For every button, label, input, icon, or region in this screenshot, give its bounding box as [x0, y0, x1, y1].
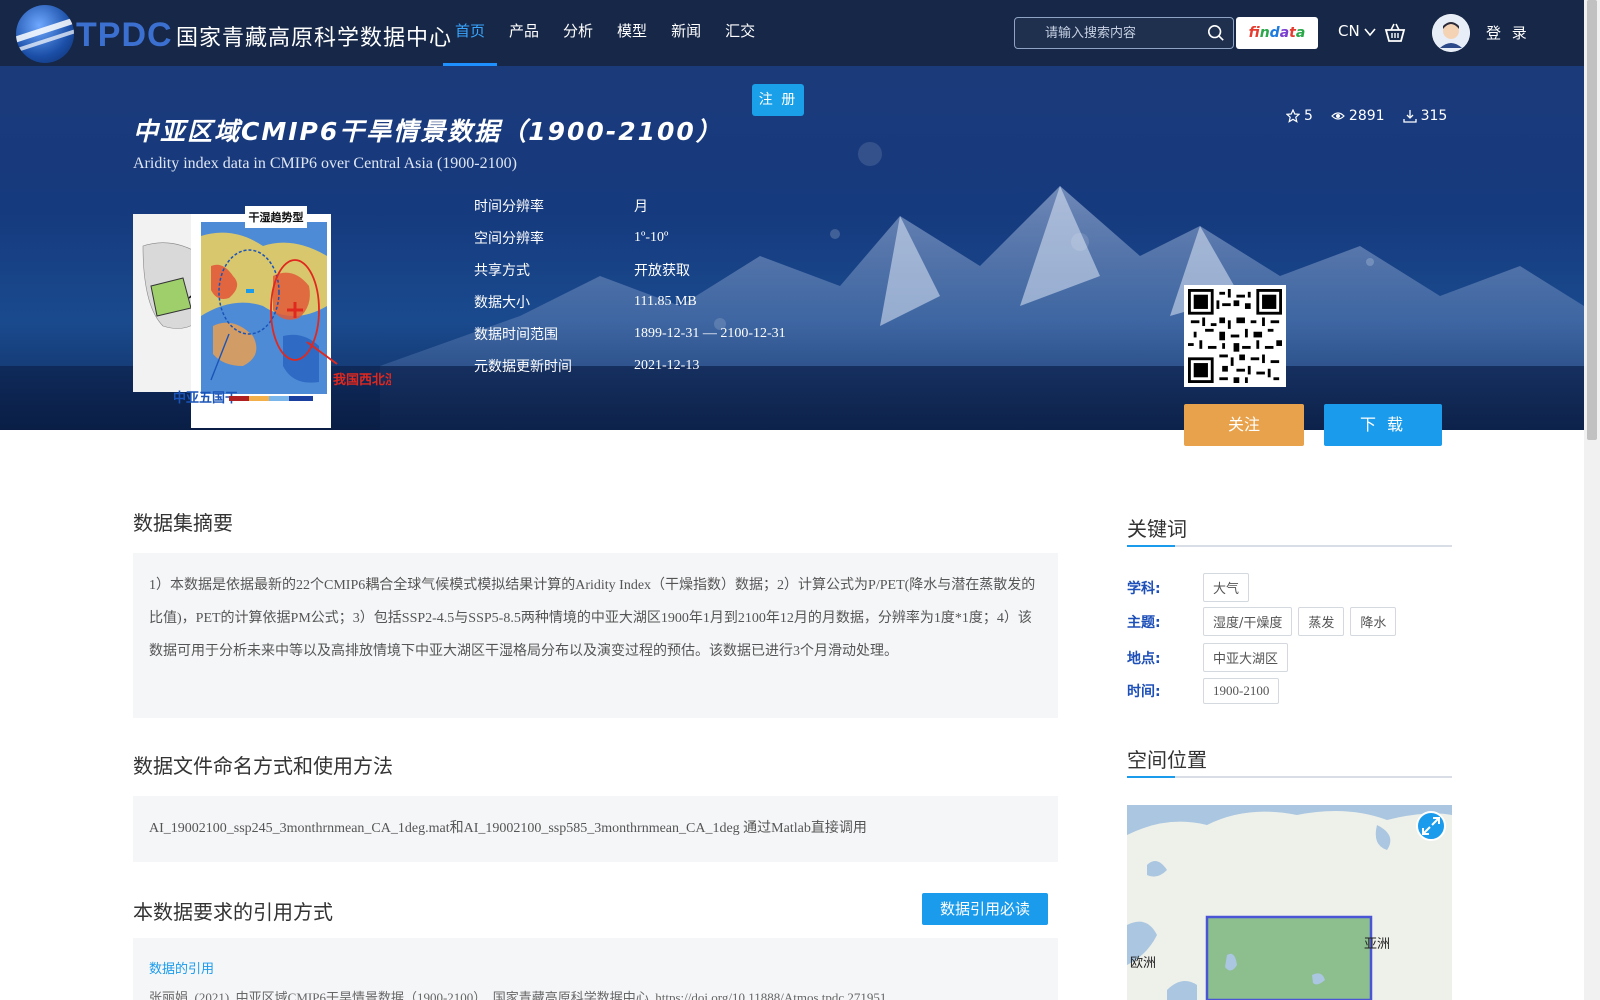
keyword-row-place: 地点: 中亚大湖区: [1127, 643, 1289, 672]
register-button[interactable]: 注 册: [752, 84, 804, 116]
map-image: [1127, 805, 1452, 1000]
qr-code-image: [1184, 285, 1286, 387]
keyword-tag[interactable]: 降水: [1350, 607, 1397, 636]
meta-label: 时间分辨率: [474, 199, 544, 215]
dataset-stats: 5 2891 315: [1286, 108, 1447, 124]
cart-icon[interactable]: [1384, 22, 1406, 44]
nav-submit[interactable]: 汇交: [713, 0, 767, 66]
keyword-row-discipline: 学科: 大气: [1127, 573, 1250, 602]
dataset-title-en: Aridity index data in CMIP6 over Central…: [133, 155, 517, 172]
top-navigation-bar: TPDC 国家青藏高原科学数据中心 首页 产品 分析 模型 新闻 汇交 find…: [0, 0, 1584, 66]
download-count-value: 315: [1420, 108, 1448, 124]
meta-value: 1899-12-31 — 2100-12-31: [634, 326, 786, 341]
user-avatar-icon: [1432, 14, 1470, 52]
star-icon: [1286, 109, 1300, 123]
download-count: 315: [1402, 108, 1448, 124]
nav-home[interactable]: 首页: [443, 0, 498, 66]
meta-value: 1º-10º: [634, 230, 669, 245]
scrollbar-thumb[interactable]: [1587, 0, 1597, 440]
meta-value: 开放获取: [634, 264, 690, 279]
location-heading: 空间位置: [1127, 748, 1207, 772]
search-input[interactable]: [1015, 18, 1195, 48]
star-count-value: 5: [1304, 108, 1313, 124]
dataset-title-cn: 中亚区域CMIP6干旱情景数据（1900-2100）: [133, 117, 723, 146]
map-label-europe: 欧洲: [1130, 956, 1157, 971]
dataset-metadata: 时间分辨率 月 空间分辨率 1º-10º 共享方式 开放获取 数据大小 111.85 M…: [474, 190, 786, 382]
abstract-text: 1）本数据是依据最新的22个CMIP6耦合全球气候模式模拟结果计算的Aridit…: [133, 553, 1058, 718]
eye-icon: [1331, 112, 1345, 120]
keyword-label: 主题:: [1127, 614, 1161, 631]
search-box: [1014, 17, 1234, 49]
keyword-tag[interactable]: 1900-2100: [1203, 678, 1280, 704]
dataset-hero: 注 册 中亚区域CMIP6干旱情景数据（1900-2100） Aridity i…: [0, 66, 1584, 430]
site-logo[interactable]: TPDC 国家青藏高原科学数据中心: [16, 4, 451, 64]
download-button[interactable]: 下 载: [1324, 404, 1442, 446]
chevron-down-icon: [1364, 27, 1377, 36]
meta-row: 时间分辨率 月: [474, 190, 786, 222]
keywords-heading: 关键词: [1127, 517, 1187, 541]
globe-logo-icon: [16, 5, 74, 63]
keyword-tag[interactable]: 湿度/干燥度: [1203, 607, 1293, 636]
location-map[interactable]: 欧洲 亚洲: [1127, 805, 1452, 1000]
keyword-label: 地点:: [1127, 650, 1161, 667]
star-count[interactable]: 5: [1286, 108, 1313, 124]
meta-label: 数据时间范围: [474, 327, 558, 343]
nav-analysis[interactable]: 分析: [551, 0, 605, 66]
search-icon[interactable]: [1207, 24, 1225, 42]
keyword-tag[interactable]: 大气: [1203, 573, 1250, 602]
meta-value: 2021-12-13: [634, 358, 700, 373]
citation-heading: 本数据要求的引用方式: [133, 900, 333, 924]
meta-row: 数据大小 111.85 MB: [474, 286, 786, 318]
meta-value: 111.85 MB: [634, 294, 697, 309]
login-link[interactable]: 登 录: [1486, 22, 1530, 43]
nav-products[interactable]: 产品: [497, 0, 551, 66]
view-count: 2891: [1331, 108, 1385, 124]
keyword-label: 时间:: [1127, 684, 1161, 700]
meta-label: 共享方式: [474, 263, 530, 279]
meta-row: 共享方式 开放获取: [474, 254, 786, 286]
keyword-label: 学科:: [1127, 580, 1161, 597]
meta-label: 空间分辨率: [474, 231, 544, 247]
language-selector[interactable]: CN: [1338, 22, 1377, 40]
avatar[interactable]: [1432, 14, 1470, 52]
download-icon: [1402, 110, 1417, 123]
thumb-label-northwest: 我国西北湿: [333, 372, 391, 388]
dataset-thumbnail-image[interactable]: 干湿趋势型 中亚五国干 我国西北湿: [133, 206, 391, 428]
map-label-asia: 亚洲: [1364, 937, 1391, 952]
keyword-tag[interactable]: 中亚大湖区: [1203, 643, 1289, 672]
meta-value: 月: [634, 200, 648, 215]
follow-button[interactable]: 关注: [1184, 404, 1304, 446]
view-count-value: 2891: [1348, 108, 1385, 124]
meta-row: 元数据更新时间 2021-12-13: [474, 350, 786, 382]
meta-row: 数据时间范围 1899-12-31 — 2100-12-31: [474, 318, 786, 350]
abstract-heading: 数据集摘要: [133, 511, 233, 535]
meta-label: 元数据更新时间: [474, 359, 572, 375]
map-expand-icon[interactable]: [1416, 811, 1446, 841]
language-label: CN: [1338, 22, 1360, 40]
page-scrollbar[interactable]: [1584, 0, 1600, 1000]
citation-label: 数据的引用: [149, 962, 215, 977]
naming-text: AI_19002100_ssp245_3monthrnmean_CA_1deg.…: [133, 796, 1058, 862]
keywords-divider: [1127, 545, 1452, 547]
logo-title: 国家青藏高原科学数据中心: [176, 26, 453, 51]
citation-text: 张丽娟. (2021). 中亚区域CMIP6干旱情景数据（1900-2100）.…: [149, 990, 887, 1000]
keyword-row-theme: 主题: 湿度/干燥度 蒸发 降水: [1127, 607, 1397, 636]
findata-button[interactable]: findata: [1236, 17, 1318, 49]
thumb-label-central-asia: 中亚五国干: [173, 390, 238, 406]
citation-box: 数据的引用 张丽娟. (2021). 中亚区域CMIP6干旱情景数据（1900-…: [133, 938, 1058, 1000]
main-nav: 首页 产品 分析 模型 新闻 汇交: [443, 0, 767, 66]
nav-news[interactable]: 新闻: [659, 0, 713, 66]
citation-must-read-button[interactable]: 数据引用必读: [922, 893, 1048, 925]
naming-heading: 数据文件命名方式和使用方法: [133, 754, 393, 778]
nav-models[interactable]: 模型: [605, 0, 659, 66]
meta-row: 空间分辨率 1º-10º: [474, 222, 786, 254]
keyword-row-time: 时间: 1900-2100: [1127, 678, 1280, 704]
meta-label: 数据大小: [474, 295, 530, 311]
keyword-tag[interactable]: 蒸发: [1298, 607, 1345, 636]
logo-mark: TPDC: [76, 16, 173, 54]
thumb-label-trend: 干湿趋势型: [249, 210, 304, 224]
location-divider: [1127, 776, 1452, 778]
